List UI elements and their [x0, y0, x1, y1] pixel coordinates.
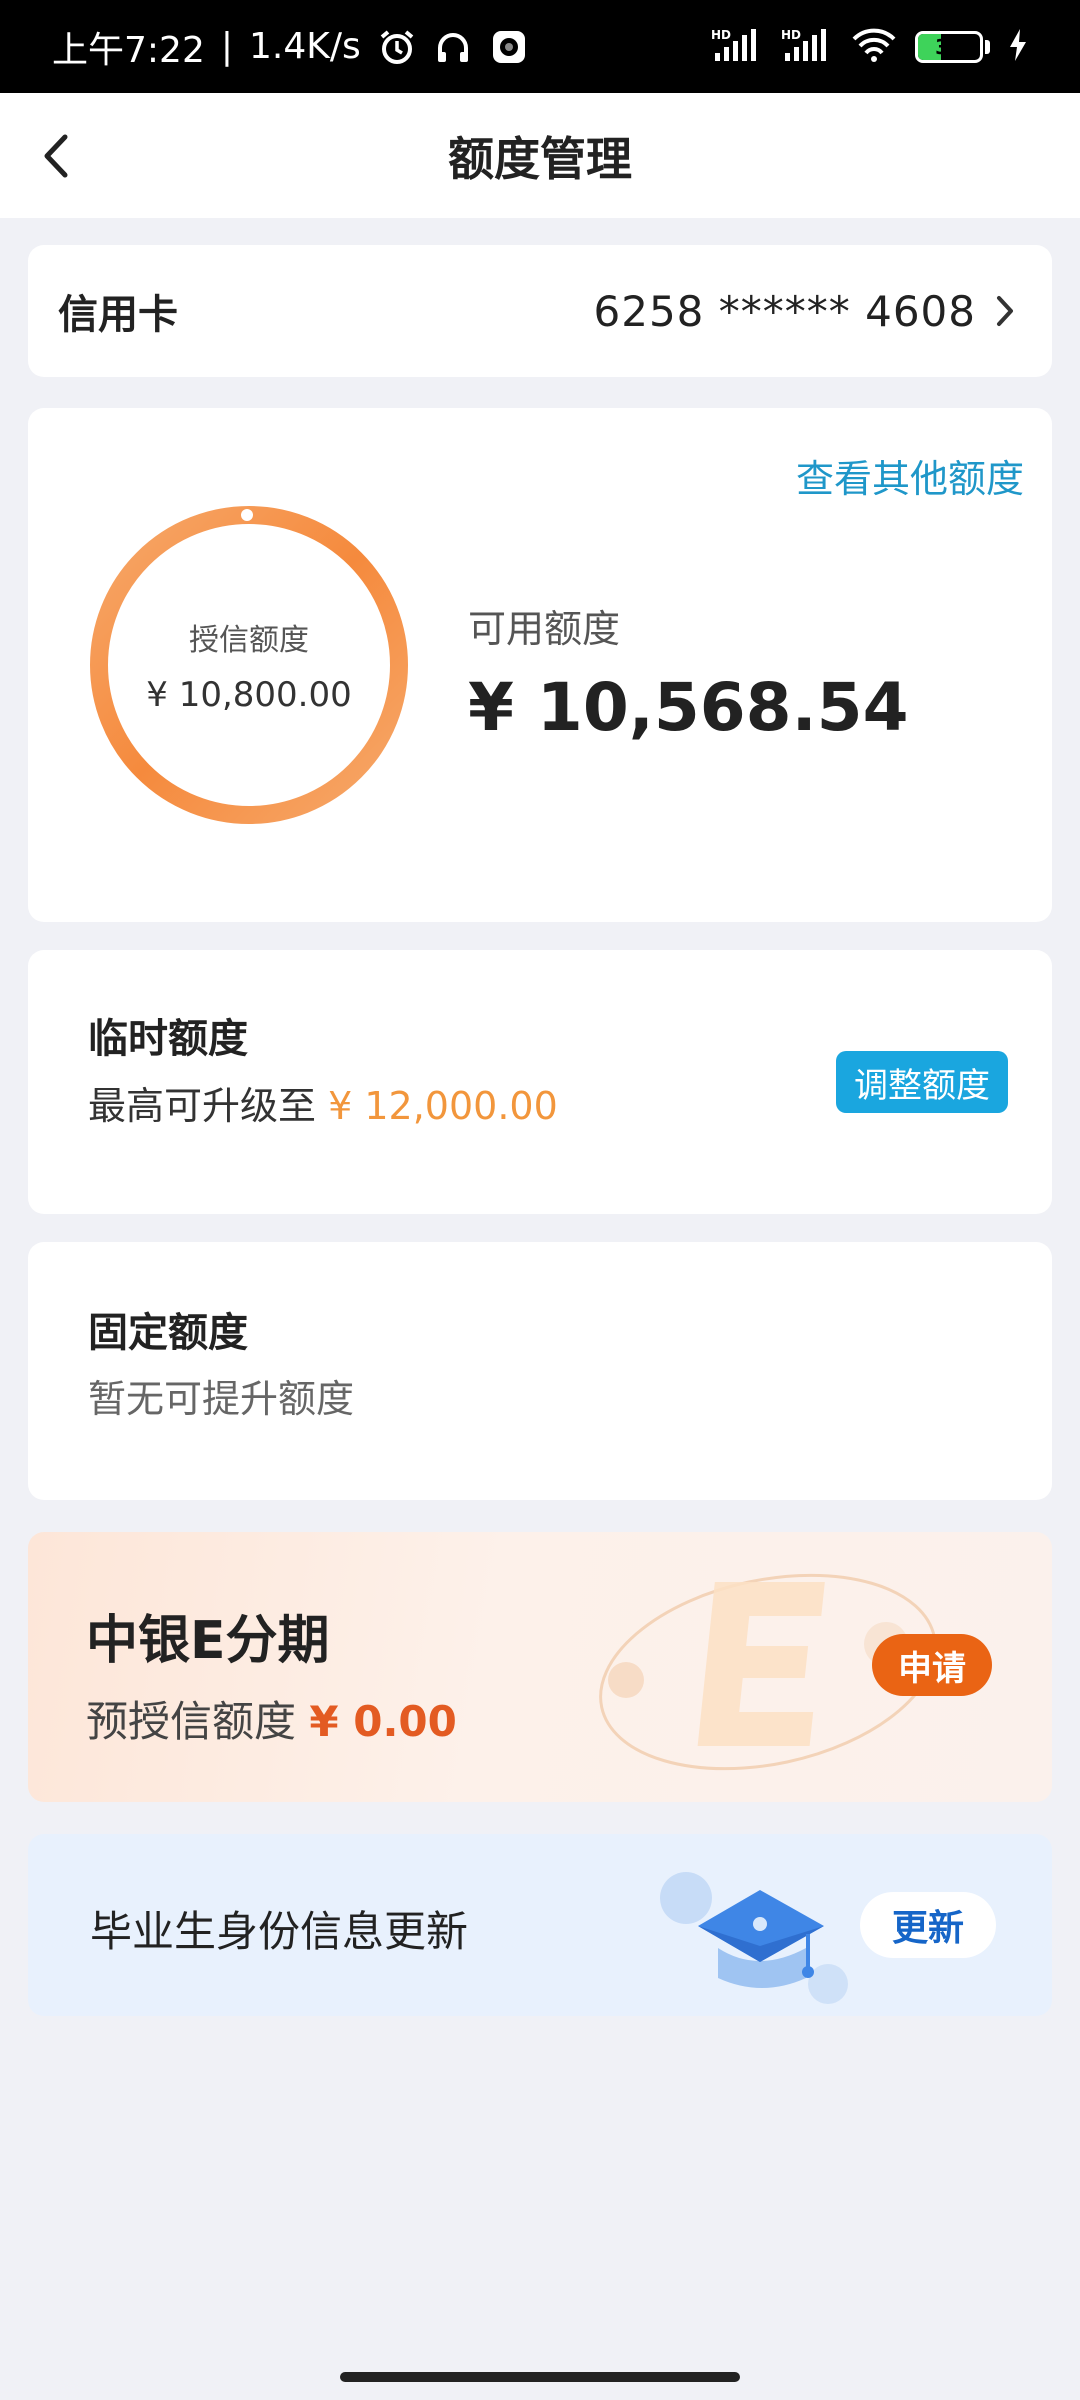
pre-credit-amount: ¥ 0.00	[309, 1697, 457, 1746]
signal-icon-2: HD	[781, 27, 833, 67]
e-installment-title: 中银E分期	[86, 1611, 330, 1671]
chevron-left-icon	[44, 134, 68, 178]
wifi-icon	[851, 27, 897, 67]
charging-icon	[1008, 28, 1028, 66]
status-bar: 上午7:22 | 1.4K/s HD HD 37	[0, 0, 1080, 93]
alarm-icon	[377, 27, 417, 67]
battery-body: 37	[915, 30, 983, 63]
battery-level: 37	[935, 34, 963, 59]
temporary-limit-text: 最高可升级至	[88, 1084, 317, 1128]
credit-limit-value: ¥ 10,800.00	[146, 675, 352, 715]
battery-indicator: 37	[915, 30, 990, 63]
graduate-info-card[interactable]: 毕业生身份信息更新 更新	[28, 1834, 1052, 2016]
svg-text:HD: HD	[711, 28, 731, 42]
temporary-limit-amount: ¥ 12,000.00	[328, 1084, 558, 1128]
e-installment-desc: 预授信额度 ¥ 0.00	[86, 1688, 457, 1749]
signal-icon-1: HD	[711, 27, 763, 67]
status-time: 上午7:22	[52, 29, 205, 71]
available-limit-label: 可用额度	[468, 607, 621, 651]
headphones-icon	[433, 27, 473, 67]
app-notification-icon	[489, 27, 529, 67]
view-other-limits-link[interactable]: 查看其他额度	[796, 448, 1024, 503]
graduation-cap-icon	[660, 1872, 848, 2004]
fixed-limit-title: 固定额度	[88, 1310, 248, 1356]
credit-limit-label: 授信额度	[189, 623, 309, 658]
back-button[interactable]	[26, 126, 86, 186]
home-indicator[interactable]	[340, 2372, 740, 2382]
credit-card-selector[interactable]: 信用卡 6258 ****** 4608	[28, 245, 1052, 377]
limit-summary-card: 查看其他额度 授信额度 ¥ 10,800.00 可用额度 ¥ 10,568.54	[28, 408, 1052, 922]
battery-cap	[985, 39, 990, 54]
card-type-label: 信用卡	[58, 292, 178, 338]
top-nav-bar: 额度管理	[0, 93, 1080, 218]
adjust-limit-button[interactable]: 调整额度	[836, 1051, 1008, 1113]
available-limit-value: ¥ 10,568.54	[468, 669, 909, 746]
graduate-info-title: 毕业生身份信息更新	[90, 1907, 469, 1956]
svg-text:HD: HD	[781, 28, 801, 42]
net-speed: 1.4K/s	[248, 26, 361, 67]
e-installment-card[interactable]: 中银E分期 预授信额度 ¥ 0.00 申请	[28, 1532, 1052, 1802]
fixed-limit-card: 固定额度 暂无可提升额度	[28, 1242, 1052, 1500]
temporary-limit-card: 临时额度 最高可升级至 ¥ 12,000.00 调整额度	[28, 950, 1052, 1214]
chevron-right-icon	[994, 291, 1024, 331]
temporary-limit-desc: 最高可升级至 ¥ 12,000.00	[88, 1075, 558, 1130]
update-button[interactable]: 更新	[859, 1892, 996, 1958]
ring-center: 授信额度 ¥ 10,800.00	[84, 500, 414, 830]
status-separator: |	[220, 26, 233, 67]
apply-button[interactable]: 申请	[872, 1634, 992, 1696]
pre-credit-label: 预授信额度	[86, 1697, 297, 1746]
page-title: 额度管理	[448, 131, 632, 186]
temporary-limit-title: 临时额度	[88, 1016, 248, 1062]
fixed-limit-desc: 暂无可提升额度	[88, 1377, 355, 1421]
card-number: 6258 ****** 4608	[593, 286, 976, 336]
available-limit: 可用额度 ¥ 10,568.54	[468, 598, 909, 746]
